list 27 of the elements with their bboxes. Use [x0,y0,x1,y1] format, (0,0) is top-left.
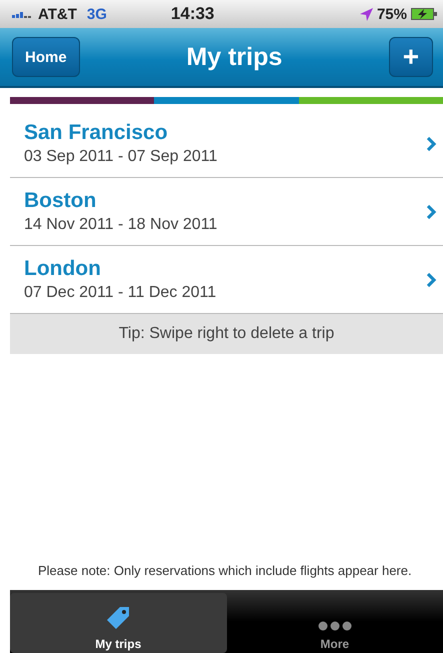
chevron-icon [426,204,437,220]
screen-title: My trips [186,42,282,72]
battery-icon [411,8,437,20]
add-button[interactable]: + [388,37,433,77]
network-type: 3G [86,6,107,22]
battery-percent: 75% [376,6,407,22]
trip-row[interactable]: San Francisco 03 Sep 2011 - 07 Sep 2011 [10,110,443,178]
trip-city: London [24,257,102,281]
tab[interactable]: My trips [10,593,226,653]
tip-banner: Tip: Swipe right to delete a trip [10,314,443,354]
tag-icon [105,605,132,631]
trip-dates: 03 Sep 2011 - 07 Sep 2011 [24,148,218,166]
trip-city: Boston [24,189,98,213]
location-arrow-icon [360,8,373,20]
more-icon [318,621,352,631]
chevron-icon [426,136,437,152]
trip-dates: 14 Nov 2011 - 18 Nov 2011 [24,216,218,234]
home-button[interactable]: Home [12,37,80,77]
chevron-icon [426,272,437,288]
note-text: Please note: Only reservations which include flights appear here. [37,562,413,580]
carrier-name: AT&T [38,6,77,22]
trip-dates: 07 Dec 2011 - 11 Dec 2011 [24,284,216,302]
trip-row[interactable]: Boston 14 Nov 2011 - 18 Nov 2011 [10,178,443,246]
signal-icon [12,10,34,18]
clock-time: 14:33 [170,4,216,24]
trip-city: San Francisco [24,121,169,145]
tab[interactable]: More [226,593,443,653]
